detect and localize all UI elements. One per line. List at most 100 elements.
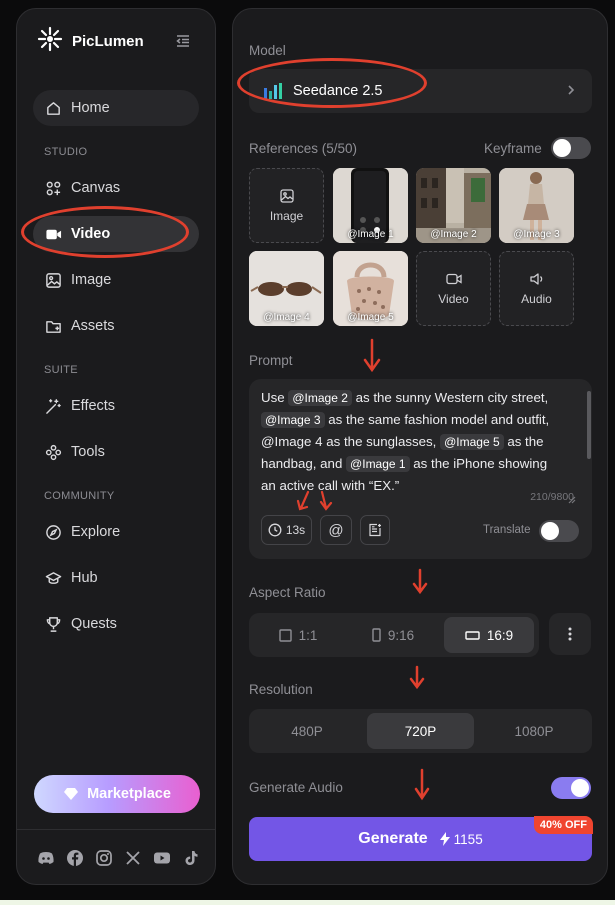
sidebar-item-label: Video xyxy=(71,226,111,242)
add-image-label: Image xyxy=(269,208,304,223)
reference-image-5[interactable]: @Image 5 xyxy=(333,251,408,326)
discount-badge: 40% OFF xyxy=(533,816,593,834)
sparkle-logo-icon xyxy=(37,26,63,57)
video-settings-panel: Model Seedance 2.5 References (5/50) Key… xyxy=(232,8,608,885)
aspect-ratio-label: Aspect Ratio xyxy=(249,585,326,600)
speaker-icon xyxy=(529,272,542,285)
youtube-icon[interactable] xyxy=(153,849,171,867)
reference-image-3[interactable]: @Image 3 xyxy=(499,168,574,243)
effects-icon xyxy=(46,398,61,414)
collapse-icon[interactable] xyxy=(175,33,191,49)
sidebar-item-label: Assets xyxy=(71,318,115,334)
aspect-option-9-16[interactable]: 9:16 xyxy=(349,617,437,653)
resize-handle-icon[interactable] xyxy=(567,495,576,504)
section-label-suite: SUITE xyxy=(44,364,78,376)
image-icon xyxy=(46,272,61,288)
window-bottom-edge xyxy=(0,900,615,905)
sidebar-divider xyxy=(17,829,215,830)
marketplace-button[interactable]: Marketplace xyxy=(34,775,200,813)
sidebar-item-effects[interactable]: Effects xyxy=(33,388,199,424)
add-video-reference-button[interactable]: Video xyxy=(416,251,491,326)
reference-caption: @Image 5 xyxy=(347,312,394,323)
model-selector[interactable]: Seedance 2.5 xyxy=(249,69,592,113)
sidebar-item-video[interactable]: Video xyxy=(33,216,199,252)
sidebar-item-assets[interactable]: Assets xyxy=(33,308,199,344)
sidebar-item-quests[interactable]: Quests xyxy=(33,606,199,642)
sidebar: PicLumen Home STUDIO Canvas Video Image … xyxy=(16,8,216,885)
keyframe-toggle[interactable] xyxy=(551,137,591,159)
reference-image-4[interactable]: @Image 4 xyxy=(249,251,324,326)
duration-button[interactable]: 13s xyxy=(261,515,312,545)
discord-icon[interactable] xyxy=(37,849,55,867)
translate-label: Translate xyxy=(483,524,531,536)
prompt-scrollbar[interactable] xyxy=(587,391,591,459)
prompt-editor[interactable]: Use @Image 2 as the sunny Western city s… xyxy=(249,379,592,559)
prompt-text[interactable]: Use @Image 2 as the sunny Western city s… xyxy=(261,387,561,496)
sidebar-item-image[interactable]: Image xyxy=(33,262,199,298)
square-icon xyxy=(278,628,292,642)
image-mention-chip[interactable]: @Image 5 xyxy=(440,434,504,450)
image-mention-chip[interactable]: @Image 1 xyxy=(346,456,410,472)
sidebar-item-label: Image xyxy=(71,272,112,288)
resolution-option-1080p[interactable]: 1080P xyxy=(480,713,588,749)
sidebar-item-label: Tools xyxy=(71,444,105,460)
add-audio-label: Audio xyxy=(521,291,552,306)
more-vertical-icon xyxy=(568,627,572,641)
sidebar-item-explore[interactable]: Explore xyxy=(33,514,199,550)
portrait-icon xyxy=(372,628,381,642)
sidebar-item-label: Home xyxy=(71,100,110,116)
reference-caption: @Image 1 xyxy=(347,229,394,240)
sidebar-item-label: Canvas xyxy=(71,180,121,196)
lightning-icon xyxy=(439,832,450,846)
landscape-icon xyxy=(465,630,480,640)
add-image-reference-button[interactable]: Image xyxy=(249,168,324,243)
sidebar-item-label: Hub xyxy=(71,570,98,586)
resolution-option-480p[interactable]: 480P xyxy=(253,713,361,749)
reference-image-2[interactable]: @Image 2 xyxy=(416,168,491,243)
aspect-option-16-9[interactable]: 16:9 xyxy=(444,617,534,653)
image-icon xyxy=(279,188,294,203)
section-label-community: COMMUNITY xyxy=(44,490,115,502)
note-add-icon xyxy=(369,523,381,537)
facebook-icon[interactable] xyxy=(66,849,84,867)
keyframe-label: Keyframe xyxy=(484,141,542,156)
more-options-button[interactable] xyxy=(549,613,591,655)
duration-value: 13s xyxy=(285,523,306,537)
prompt-template-button[interactable] xyxy=(360,515,390,545)
brand[interactable]: PicLumen xyxy=(37,26,144,53)
aspect-option-1-1[interactable]: 1:1 xyxy=(253,617,343,653)
quests-icon xyxy=(46,616,61,632)
sidebar-item-tools[interactable]: Tools xyxy=(33,434,199,470)
at-icon: @ xyxy=(328,521,344,539)
reference-image-1[interactable]: @Image 1 xyxy=(333,168,408,243)
assets-icon xyxy=(46,320,61,333)
resolution-label: Resolution xyxy=(249,682,313,697)
brand-name: PicLumen xyxy=(72,32,144,50)
resolution-option-720p[interactable]: 720P xyxy=(367,713,474,749)
diamond-icon xyxy=(64,788,79,800)
section-label-studio: STUDIO xyxy=(44,146,88,158)
resolution-selector: 480P 720P 1080P xyxy=(249,709,592,753)
canvas-icon xyxy=(46,181,61,195)
translate-toggle[interactable] xyxy=(539,520,579,542)
sidebar-item-hub[interactable]: Hub xyxy=(33,560,199,596)
marketplace-label: Marketplace xyxy=(87,786,171,802)
reference-caption: @Image 2 xyxy=(430,229,477,240)
instagram-icon[interactable] xyxy=(95,849,113,867)
add-video-label: Video xyxy=(438,291,469,306)
generate-audio-toggle[interactable] xyxy=(551,777,591,799)
chevron-right-icon xyxy=(568,85,575,95)
seedance-logo-icon xyxy=(264,83,282,99)
generate-button[interactable]: Generate 1155 40% OFF xyxy=(249,816,593,861)
image-mention-chip[interactable]: @Image 3 xyxy=(261,412,325,428)
mention-button[interactable]: @ xyxy=(320,515,352,545)
sidebar-item-canvas[interactable]: Canvas xyxy=(33,170,199,206)
tiktok-icon[interactable] xyxy=(182,849,200,867)
sidebar-item-home[interactable]: Home xyxy=(33,90,199,126)
model-name: Seedance 2.5 xyxy=(293,83,383,99)
social-links xyxy=(37,849,200,867)
x-icon[interactable] xyxy=(124,849,142,867)
image-mention-chip[interactable]: @Image 2 xyxy=(288,390,352,406)
add-audio-reference-button[interactable]: Audio xyxy=(499,251,574,326)
reference-caption: @Image 4 xyxy=(263,312,310,323)
